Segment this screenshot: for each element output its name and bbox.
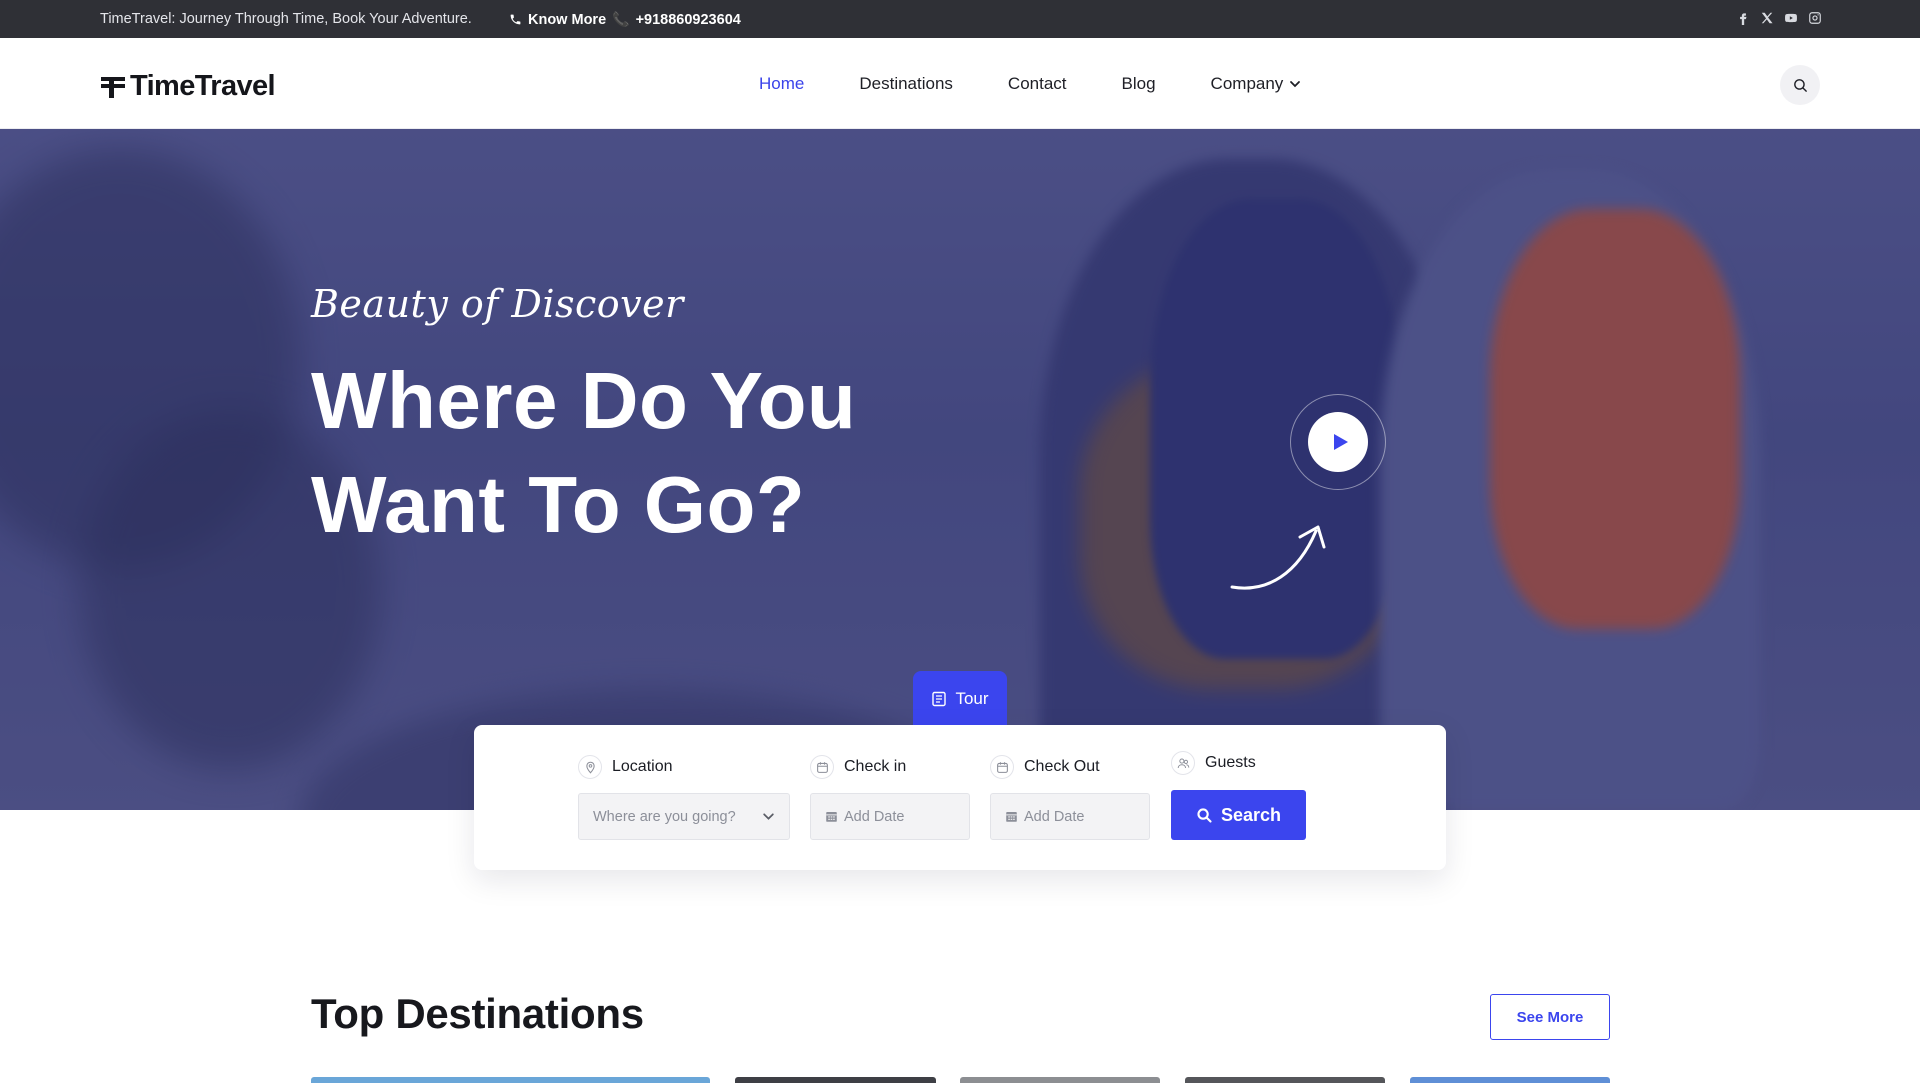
facebook-icon[interactable] [1736,11,1750,25]
nav-destinations[interactable]: Destinations [859,74,953,94]
location-icon-wrap [578,755,602,779]
location-pin-icon [585,761,595,774]
video-play-button[interactable] [1308,412,1368,472]
x-twitter-icon[interactable] [1760,11,1774,25]
know-more-label[interactable]: Know More [528,12,606,28]
users-icon [1177,758,1189,768]
instagram-icon[interactable] [1808,11,1822,25]
site-logo[interactable]: TimeTravel [100,70,276,103]
top-bar: TimeTravel: Journey Through Time, Book Y… [0,0,1920,38]
tab-tour-label: Tour [955,688,989,708]
social-links [1736,11,1822,25]
location-label-group: Location [578,755,673,779]
search-submit-label: Search [1220,804,1282,825]
logo-mark-icon [101,76,125,98]
checkout-label-group: Check Out [990,755,1100,779]
logo-text: TimeTravel [130,70,276,102]
destination-card[interactable] [960,1077,1160,1083]
nav-company-label: Company [1210,74,1284,93]
play-icon [1333,434,1348,450]
checkin-date-input[interactable]: Add Date [810,793,970,840]
checkout-date-input[interactable]: Add Date [990,793,1150,840]
chevron-down-icon [1290,81,1301,88]
video-play-ring[interactable] [1290,394,1386,490]
nav-blog[interactable]: Blog [1122,74,1156,94]
guests-label: Guests [1205,754,1256,771]
calendar-list-icon [932,691,947,706]
search-card: Location Where are you going? Check in A… [474,725,1446,870]
guests-icon-wrap [1171,751,1195,775]
calendar-icon [1006,812,1017,822]
destination-card[interactable] [1185,1077,1385,1083]
location-placeholder: Where are you going? [593,808,736,825]
checkin-icon-wrap [810,755,834,779]
nav-home[interactable]: Home [759,74,804,94]
phone-icon [510,14,521,25]
location-select[interactable]: Where are you going? [578,793,790,840]
checkout-placeholder: Add Date [1024,808,1085,825]
see-more-button[interactable]: See More [1490,994,1610,1040]
destination-card[interactable] [1410,1077,1610,1083]
tab-tour[interactable]: Tour [913,671,1007,726]
nav-company[interactable]: Company [1211,74,1302,94]
youtube-icon[interactable] [1784,11,1798,25]
main-nav: Home Destinations Contact Blog Company [759,74,1301,94]
search-icon [1793,78,1807,92]
chevron-down-icon [763,813,774,820]
header-search-button[interactable] [1780,65,1820,105]
site-tagline: TimeTravel: Journey Through Time, Book Y… [100,11,472,27]
nav-contact[interactable]: Contact [1008,74,1067,94]
checkin-placeholder: Add Date [844,808,905,825]
phone-number[interactable]: +918860923604 [636,12,741,28]
know-more-contact[interactable]: Know More 📞 +918860923604 [509,11,741,28]
guests-label-group: Guests [1171,751,1256,775]
hero-eyebrow: Beauty of Discover [311,282,684,326]
calendar-icon [816,761,828,773]
checkin-label: Check in [844,758,907,775]
calendar-icon [826,812,837,822]
search-icon [1197,807,1212,823]
checkout-label: Check Out [1024,758,1100,775]
curved-arrow-icon [1230,525,1326,590]
search-submit-button[interactable]: Search [1171,790,1306,840]
location-label: Location [612,758,673,775]
destination-card[interactable] [311,1077,710,1083]
calendar-icon [996,761,1008,773]
checkout-icon-wrap [990,755,1014,779]
hero-title: Where Do You Want To Go? [311,356,857,549]
phone-emoji: 📞 [612,11,630,27]
section-title: Top Destinations [311,990,644,1037]
site-header: TimeTravel Home Destinations Contact Blo… [0,38,1920,129]
destination-card[interactable] [735,1077,936,1083]
checkin-label-group: Check in [810,755,906,779]
